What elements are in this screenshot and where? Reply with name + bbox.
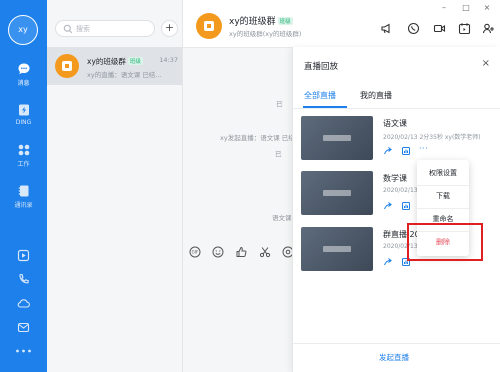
live-play-icon[interactable] [17, 249, 30, 262]
conversation-list: 搜索 + xy的班级群 班级 14:37 xy的直播：语文课 已结... [47, 0, 183, 372]
more-dots-icon[interactable] [15, 348, 32, 354]
rail-item-messages[interactable]: 消息 [0, 62, 47, 87]
list-item[interactable]: xy的班级群 班级 14:37 xy的直播：语文课 已结... [47, 47, 182, 85]
panel-title: 直播回放 [304, 62, 339, 72]
video-title: 语文课 [383, 119, 407, 128]
user-avatar[interactable]: xy [8, 15, 38, 45]
divider [293, 108, 500, 109]
system-message-fragment: 已 [276, 100, 283, 108]
conversation-title: xy的班级群 [87, 57, 126, 66]
add-button[interactable]: + [161, 20, 178, 37]
window-maximize-button[interactable]: □ [460, 3, 472, 13]
tab-all-live[interactable]: 全部直播 [304, 90, 336, 101]
video-thumbnail[interactable] [301, 171, 373, 215]
phone-icon[interactable] [17, 273, 30, 286]
chat-bubble-icon [18, 63, 29, 75]
rail-item-work[interactable]: 工作 [0, 143, 47, 168]
data-stats-icon[interactable] [401, 146, 411, 156]
chat-title-row: xy的班级群 班级 [229, 14, 293, 27]
share-icon[interactable] [383, 257, 393, 267]
panel-footer: 发起直播 [293, 343, 500, 372]
announcement-icon[interactable] [380, 22, 393, 35]
rail-item-contacts[interactable]: 通讯录 [0, 184, 47, 209]
video-thumbnail[interactable] [301, 116, 373, 160]
tab-my-live[interactable]: 我的直播 [360, 90, 392, 101]
mail-icon[interactable] [17, 321, 30, 334]
class-tag: 班级 [277, 17, 293, 25]
video-title: 数学课 [383, 174, 407, 183]
rail-label: DING [15, 119, 32, 126]
conversation-time: 14:37 [159, 56, 178, 64]
class-tag: 班级 [127, 57, 143, 65]
more-button[interactable]: ··· [419, 144, 428, 153]
gif-icon[interactable]: GIF [189, 246, 201, 258]
chat-title: xy的班级群 [229, 17, 276, 27]
add-member-icon[interactable] [482, 22, 495, 35]
share-icon[interactable] [383, 146, 393, 156]
video-call-icon[interactable] [433, 22, 446, 35]
apps-grid-icon [18, 144, 29, 156]
conversation-preview: xy的直播：语文课 已结... [87, 71, 162, 79]
group-avatar [55, 54, 79, 78]
whatsapp-call-icon[interactable] [407, 22, 420, 35]
video-meta: 2020/02/13 [383, 187, 418, 194]
group-avatar[interactable] [196, 13, 222, 39]
rail-item-ding[interactable]: DING [0, 103, 47, 126]
emoji-icon[interactable] [212, 246, 224, 258]
share-icon[interactable] [383, 201, 393, 211]
thumbs-up-icon[interactable] [235, 246, 247, 258]
rail-label: 工作 [17, 161, 30, 168]
search-input[interactable]: 搜索 [55, 20, 155, 37]
search-icon [63, 24, 73, 34]
window-minimize-button[interactable]: – [438, 3, 450, 13]
video-thumbnail[interactable] [301, 227, 373, 271]
chat-header: xy的班级群 班级 xy的班级群(xy的班级群) – □ × [183, 0, 500, 48]
list-item[interactable]: 语文课 2020/02/13 2分35秒 xy(数学老师) ··· [301, 116, 496, 162]
system-message-fragment: 已 [275, 150, 282, 158]
scissors-icon[interactable] [259, 246, 271, 258]
cloud-icon[interactable] [17, 297, 30, 310]
search-placeholder: 搜索 [76, 25, 90, 33]
rail-label: 通讯录 [14, 202, 33, 209]
window-close-button[interactable]: × [481, 3, 493, 13]
menu-item-download[interactable]: 下载 [417, 185, 469, 207]
start-live-button[interactable]: 发起直播 [379, 352, 409, 363]
menu-item-permissions[interactable]: 权限设置 [417, 162, 469, 184]
ding-icon [18, 104, 29, 116]
composer-toolbar: GIF [183, 241, 303, 265]
close-icon[interactable]: × [482, 58, 490, 69]
contacts-icon [18, 185, 28, 197]
left-rail: xy 消息 DING 工作 通讯录 [0, 0, 47, 372]
rail-label: 消息 [17, 80, 30, 87]
data-stats-icon[interactable] [401, 201, 411, 211]
video-meta: 2020/02/13 2分35秒 xy(数学老师) [383, 134, 481, 141]
chat-subtitle: xy的班级群(xy的班级群) [229, 30, 302, 38]
system-message: xy发起直播：语文课 已结 [220, 134, 295, 142]
highlight-box [407, 223, 483, 261]
system-message-fragment: 语文课 [272, 214, 292, 222]
calendar-icon[interactable] [458, 22, 471, 35]
conversation-name: xy的班级群 班级 [87, 56, 143, 67]
svg-text:GIF: GIF [192, 250, 199, 255]
